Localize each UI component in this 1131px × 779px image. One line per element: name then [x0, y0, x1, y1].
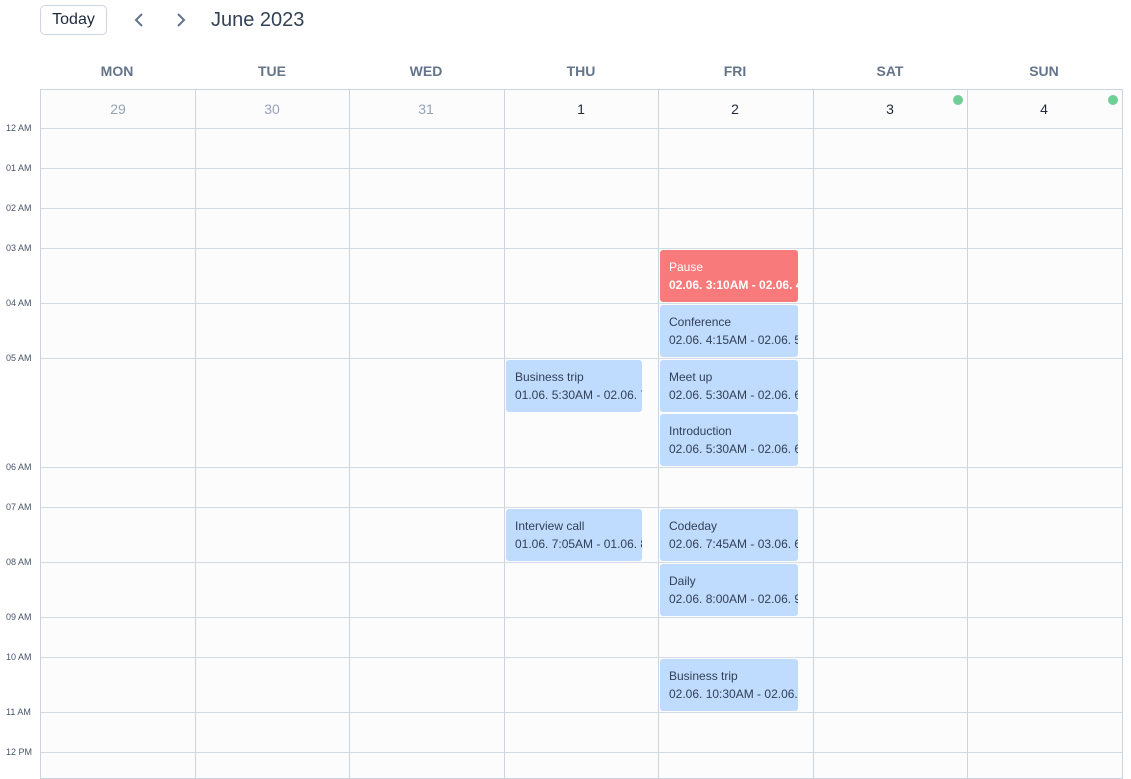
hour-line: [41, 168, 1122, 169]
hour-line: [41, 128, 1122, 129]
hour-line: [41, 467, 1122, 468]
event-title: Daily: [669, 574, 696, 588]
time-label: 12 AM: [6, 123, 32, 133]
day-divider: [195, 90, 196, 778]
next-week-button[interactable]: [168, 8, 192, 32]
time-label: 12 PM: [6, 747, 33, 757]
weekday-header-thu: THU: [566, 63, 596, 79]
hour-line: [41, 562, 1122, 563]
hour-line: [41, 208, 1122, 209]
time-label: 02 AM: [6, 203, 32, 213]
event-title: Pause: [669, 260, 704, 274]
event-conference[interactable]: Conference 02.06. 4:15AM - 02.06. 5: [660, 305, 798, 357]
hour-line: [41, 657, 1122, 658]
event-indicator-dot: [1108, 95, 1118, 105]
hour-line: [41, 617, 1122, 618]
event-title: Business trip: [515, 370, 584, 384]
chevron-right-icon: [177, 13, 186, 27]
event-pause[interactable]: Pause 02.06. 3:10AM - 02.06. 4: [660, 250, 798, 302]
event-time: 02.06. 8:00AM - 02.06. 9: [669, 592, 798, 606]
event-time: 01.06. 5:30AM - 02.06. 7: [515, 388, 642, 402]
hour-line: [41, 303, 1122, 304]
chevron-left-icon: [134, 13, 143, 27]
event-interview-call[interactable]: Interview call 01.06. 7:05AM - 01.06. 8: [506, 509, 642, 561]
hour-line: [41, 248, 1122, 249]
time-label: 04 AM: [6, 298, 32, 308]
hour-line: [41, 358, 1122, 359]
time-label: 05 AM: [6, 353, 32, 363]
event-business-trip[interactable]: Business trip 01.06. 5:30AM - 02.06. 7: [506, 360, 642, 412]
day-number-4[interactable]: 4: [967, 101, 1121, 117]
previous-week-button[interactable]: [128, 8, 152, 32]
time-label: 11 AM: [6, 707, 31, 717]
day-divider: [967, 90, 968, 778]
day-divider: [504, 90, 505, 778]
month-title: June 2023: [211, 9, 305, 31]
event-meet-up[interactable]: Meet up 02.06. 5:30AM - 02.06. 6: [660, 360, 798, 412]
time-label: 01 AM: [6, 163, 32, 173]
time-label: 08 AM: [6, 557, 32, 567]
day-number-31[interactable]: 31: [349, 101, 503, 117]
day-number-29[interactable]: 29: [41, 101, 195, 117]
event-title: Introduction: [669, 424, 732, 438]
weekday-header-mon: MON: [100, 63, 134, 79]
time-label: 09 AM: [6, 612, 32, 622]
event-time: 02.06. 5:30AM - 02.06. 6: [669, 388, 798, 402]
day-divider: [658, 90, 659, 778]
event-time: 02.06. 3:10AM - 02.06. 4: [669, 278, 798, 292]
event-title: Codeday: [669, 519, 718, 533]
time-label: 06 AM: [6, 462, 32, 472]
event-title: Interview call: [515, 519, 585, 533]
weekday-header-fri: FRI: [723, 63, 747, 79]
weekday-header-sun: SUN: [1029, 63, 1059, 79]
event-business-trip-2[interactable]: Business trip 02.06. 10:30AM - 02.06.: [660, 659, 798, 711]
day-number-3[interactable]: 3: [813, 101, 967, 117]
event-introduction[interactable]: Introduction 02.06. 5:30AM - 02.06. 6: [660, 414, 798, 466]
day-divider: [349, 90, 350, 778]
weekday-header-sat: SAT: [876, 63, 904, 79]
event-indicator-dot: [953, 95, 963, 105]
week-grid[interactable]: 29 30 31 1 2 3 4 Pause 02.06. 3:10AM - 0…: [40, 89, 1123, 779]
weekday-header-wed: WED: [409, 63, 443, 79]
today-button[interactable]: Today: [40, 5, 107, 35]
hour-line: [41, 712, 1122, 713]
event-title: Meet up: [669, 370, 713, 384]
time-label: 10 AM: [6, 652, 32, 662]
day-number-30[interactable]: 30: [195, 101, 349, 117]
event-title: Conference: [669, 315, 732, 329]
event-time: 02.06. 10:30AM - 02.06.: [669, 687, 798, 701]
time-label: 03 AM: [6, 243, 32, 253]
weekday-header-tue: TUE: [258, 63, 286, 79]
time-label: 07 AM: [6, 502, 32, 512]
day-number-2[interactable]: 2: [658, 101, 812, 117]
event-time: 02.06. 5:30AM - 02.06. 6: [669, 442, 798, 456]
event-time: 02.06. 7:45AM - 03.06. 6: [669, 537, 798, 551]
calendar-toolbar: Today June 2023: [0, 0, 1131, 44]
event-daily[interactable]: Daily 02.06. 8:00AM - 02.06. 9: [660, 564, 798, 616]
event-codeday[interactable]: Codeday 02.06. 7:45AM - 03.06. 6: [660, 509, 798, 561]
day-number-1[interactable]: 1: [504, 101, 658, 117]
event-time: 01.06. 7:05AM - 01.06. 8: [515, 537, 642, 551]
event-time: 02.06. 4:15AM - 02.06. 5: [669, 333, 798, 347]
hour-line: [41, 507, 1122, 508]
day-divider: [813, 90, 814, 778]
event-title: Business trip: [669, 669, 738, 683]
hour-line: [41, 752, 1122, 753]
